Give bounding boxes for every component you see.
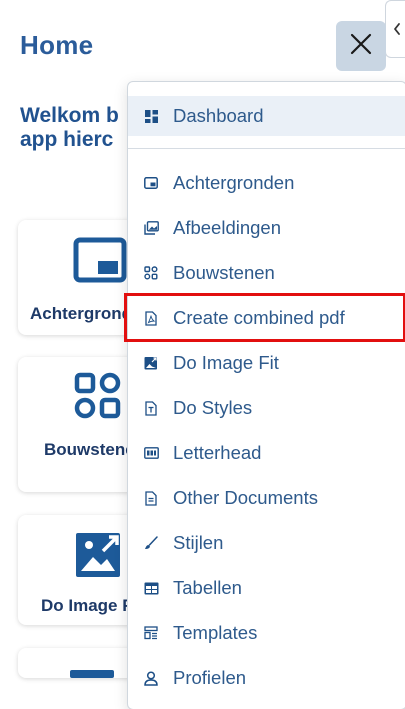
building-blocks-icon: [143, 265, 159, 281]
templates-icon: [143, 625, 159, 641]
menu-item-label: Templates: [173, 622, 258, 643]
menu-item-achtergronden[interactable]: Achtergronden: [128, 163, 405, 203]
menu-item-label: Other Documents: [173, 487, 318, 508]
menu-item-bouwstenen[interactable]: Bouwstenen: [128, 253, 405, 293]
background-icon: [73, 237, 127, 290]
background-icon: [143, 175, 159, 191]
dashboard-icon: [143, 108, 159, 124]
navigation-dropdown-menu: Dashboard Achtergronden Afbeeldingen Bou…: [127, 81, 405, 709]
menu-item-label: Dashboard: [173, 105, 264, 126]
menu-item-do-styles[interactable]: Do Styles: [128, 388, 405, 428]
menu-item-profielen[interactable]: Profielen: [128, 658, 405, 698]
menu-divider: [128, 148, 405, 149]
close-menu-button[interactable]: [336, 21, 386, 71]
sidebar-collapse-tab[interactable]: [385, 0, 405, 58]
menu-item-other-documents[interactable]: Other Documents: [128, 478, 405, 518]
welcome-line-2: app hierc: [20, 128, 114, 151]
chevron-left-icon: [392, 22, 402, 36]
image-fit-icon: [143, 355, 159, 371]
image-fit-icon: [73, 529, 125, 586]
menu-item-label: Achtergronden: [173, 172, 295, 193]
menu-item-label: Do Image Fit: [173, 352, 279, 373]
menu-item-do-image-fit[interactable]: Do Image Fit: [128, 343, 405, 383]
close-icon: [349, 32, 373, 61]
menu-item-label: Bouwstenen: [173, 262, 275, 283]
styles-file-icon: [143, 400, 159, 416]
menu-item-label: Stijlen: [173, 532, 224, 553]
menu-item-label: Profielen: [173, 667, 247, 688]
menu-item-afbeeldingen[interactable]: Afbeeldingen: [128, 208, 405, 248]
menu-item-label: Tabellen: [173, 577, 242, 598]
user-icon: [143, 670, 159, 686]
menu-item-label: Afbeeldingen: [173, 217, 282, 238]
welcome-line-1: Welkom b: [20, 104, 119, 127]
page-title: Home: [20, 30, 94, 60]
table-icon: [143, 580, 159, 596]
menu-item-templates[interactable]: Templates: [128, 613, 405, 653]
highlight-box: [124, 293, 405, 342]
building-blocks-icon: [73, 371, 123, 426]
menu-item-stijlen[interactable]: Stijlen: [128, 523, 405, 563]
menu-item-tabellen[interactable]: Tabellen: [128, 568, 405, 608]
letterhead-icon: [143, 445, 159, 461]
menu-item-letterhead[interactable]: Letterhead: [128, 433, 405, 473]
menu-item-label: Letterhead: [173, 442, 262, 463]
menu-item-dashboard[interactable]: Dashboard: [128, 96, 405, 136]
card-icon: [70, 670, 114, 678]
menu-item-label: Do Styles: [173, 397, 253, 418]
welcome-text: Welkom b app hierc: [20, 104, 130, 152]
images-icon: [143, 220, 159, 236]
brush-icon: [143, 535, 159, 551]
document-icon: [143, 490, 159, 506]
